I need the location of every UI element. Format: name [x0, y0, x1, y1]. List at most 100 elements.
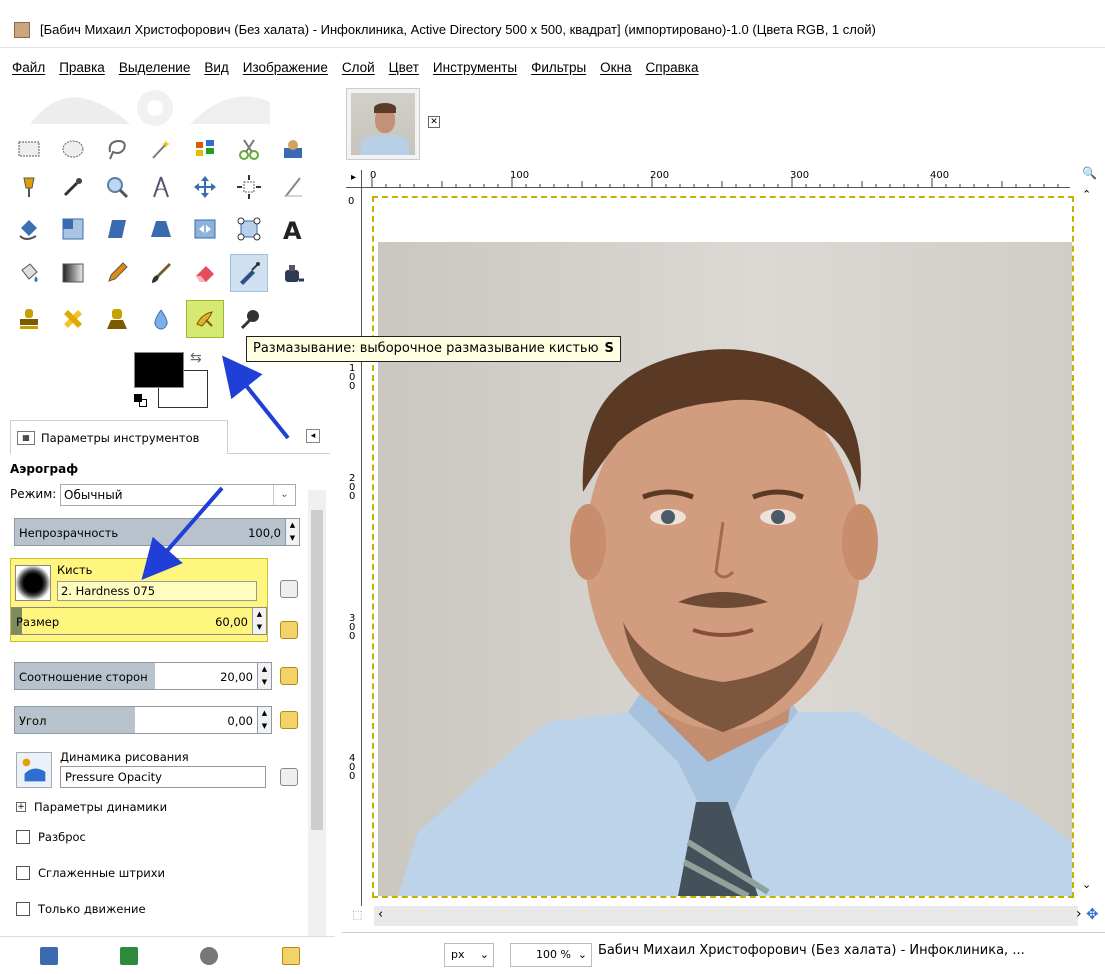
size-spin-icon[interactable]: ▲ ▼: [252, 608, 266, 634]
foreground-color-swatch[interactable]: [134, 352, 184, 388]
horizontal-ruler[interactable]: 0 100 200 300 400: [362, 170, 1070, 188]
eraser-tool[interactable]: [186, 254, 224, 292]
zoom-tool[interactable]: [98, 168, 136, 206]
tool-options-scroll-thumb[interactable]: [311, 510, 323, 830]
opacity-spin-icon[interactable]: ▲ ▼: [285, 519, 299, 545]
size-slider[interactable]: Размер 60,00 ▲ ▼: [11, 607, 267, 635]
motion-only-checkbox[interactable]: [16, 902, 30, 916]
rect-select-tool[interactable]: [10, 130, 48, 168]
mode-select[interactable]: Обычный ⌄: [60, 484, 296, 506]
color-picker-tool[interactable]: [54, 168, 92, 206]
unit-select[interactable]: px ⌄: [444, 943, 494, 967]
measure-tool[interactable]: [142, 168, 180, 206]
bucket-fill-tool[interactable]: [10, 254, 48, 292]
pencil-tool[interactable]: [98, 254, 136, 292]
dynamics-params-expander[interactable]: + Параметры динамики: [16, 800, 167, 814]
menu-filters[interactable]: Фильтры: [531, 60, 586, 75]
smooth-strokes-checkbox-row[interactable]: Сглаженные штрихи: [16, 866, 165, 880]
dynamics-preview-button[interactable]: [16, 752, 52, 788]
tab-menu-icon[interactable]: ◂: [306, 429, 320, 443]
menu-windows[interactable]: Окна: [600, 60, 631, 75]
ink-tool[interactable]: [274, 254, 312, 292]
select-by-color-tool[interactable]: [186, 130, 224, 168]
scroll-right-icon[interactable]: ›: [1076, 906, 1082, 922]
scale-tool[interactable]: [54, 210, 92, 248]
image-tab-thumbnail[interactable]: [346, 88, 420, 160]
scatter-checkbox-row[interactable]: Разброс: [16, 830, 86, 844]
transform-tool[interactable]: [274, 168, 312, 206]
perspective-clone-tool[interactable]: [98, 300, 136, 338]
delete-options-icon[interactable]: [200, 947, 218, 965]
vertical-ruler[interactable]: 0 1 0 0 2 0 0 3 0 0 4 0 0: [346, 188, 362, 906]
reset-aspect-icon[interactable]: [280, 667, 298, 685]
scroll-left-icon[interactable]: ‹: [378, 907, 383, 922]
menu-select[interactable]: Выделение: [119, 60, 191, 75]
reset-options-icon[interactable]: [282, 947, 300, 965]
lasso-tool[interactable]: [98, 130, 136, 168]
tab-tool-options[interactable]: ▦ Параметры инструментов: [10, 420, 228, 454]
smudge-tool[interactable]: [186, 300, 224, 338]
airbrush-tool[interactable]: [230, 254, 268, 292]
dodge-burn-tool[interactable]: [230, 300, 268, 338]
smooth-strokes-checkbox[interactable]: [16, 866, 30, 880]
aspect-ratio-spin-icon[interactable]: ▲ ▼: [257, 663, 271, 689]
blur-sharpen-tool[interactable]: [142, 300, 180, 338]
menu-view[interactable]: Вид: [204, 60, 228, 75]
ellipse-select-tool[interactable]: [54, 130, 92, 168]
quick-mask-icon[interactable]: ⬚: [352, 908, 362, 921]
paintbrush-tool[interactable]: [142, 254, 180, 292]
align-tool[interactable]: [230, 168, 268, 206]
window-title-bar[interactable]: [Бабич Михаил Христофорович (Без халата)…: [0, 12, 1105, 48]
menu-file[interactable]: Файл: [12, 60, 45, 75]
navigate-icon[interactable]: ✥: [1086, 905, 1099, 923]
thumbnail-image: [351, 93, 415, 155]
canvas-vertical-scrollbar[interactable]: ⌃ ⌄: [1080, 188, 1100, 898]
ruler-corner-icon[interactable]: ▸: [346, 170, 362, 188]
angle-spin-icon[interactable]: ▲ ▼: [257, 707, 271, 733]
perspective-tool[interactable]: [142, 210, 180, 248]
brush-preview-button[interactable]: [15, 565, 51, 601]
menu-color[interactable]: Цвет: [389, 60, 419, 75]
text-tool[interactable]: A: [274, 210, 312, 248]
aspect-ratio-slider[interactable]: Соотношение сторон 20,00 ▲ ▼: [14, 662, 272, 690]
heal-tool[interactable]: [54, 300, 92, 338]
angle-slider[interactable]: Угол 0,00 ▲ ▼: [14, 706, 272, 734]
save-options-icon[interactable]: [40, 947, 58, 965]
scatter-checkbox[interactable]: [16, 830, 30, 844]
clone-tool[interactable]: [10, 300, 48, 338]
zoom-lock-icon[interactable]: 🔍: [1082, 166, 1100, 184]
shear-tool[interactable]: [98, 210, 136, 248]
dynamics-field[interactable]: Pressure Opacity: [60, 766, 266, 788]
restore-options-icon[interactable]: [120, 947, 138, 965]
swap-colors-icon[interactable]: ⇆: [190, 350, 202, 366]
menu-layer[interactable]: Слой: [342, 60, 375, 75]
menu-help[interactable]: Справка: [646, 60, 699, 75]
foreground-select-tool[interactable]: [274, 130, 312, 168]
fuzzy-select-tool[interactable]: [142, 130, 180, 168]
tool-options-scrollbar[interactable]: [308, 490, 326, 936]
reset-size-icon[interactable]: [280, 621, 298, 639]
menu-tools[interactable]: Инструменты: [433, 60, 517, 75]
menu-image[interactable]: Изображение: [243, 60, 328, 75]
image-canvas[interactable]: [372, 196, 1074, 898]
scroll-up-icon[interactable]: ⌃: [1082, 188, 1091, 201]
default-fg-mini-swatch[interactable]: [134, 394, 142, 402]
motion-only-checkbox-row[interactable]: Только движение: [16, 902, 146, 916]
reset-angle-icon[interactable]: [280, 711, 298, 729]
rotate-tool[interactable]: [10, 210, 48, 248]
menu-edit[interactable]: Правка: [59, 60, 105, 75]
edit-brush-icon[interactable]: [280, 580, 298, 598]
brush-name-field[interactable]: 2. Hardness 075: [57, 581, 257, 601]
opacity-slider[interactable]: Непрозрачность 100,0 ▲ ▼: [14, 518, 300, 546]
gradient-tool[interactable]: [54, 254, 92, 292]
zoom-select[interactable]: 100 % ⌄: [510, 943, 592, 967]
cage-transform-tool[interactable]: [230, 210, 268, 248]
paths-tool[interactable]: [10, 168, 48, 206]
scissors-tool[interactable]: [230, 130, 268, 168]
canvas-horizontal-scrollbar[interactable]: ‹: [374, 906, 1078, 926]
edit-dynamics-icon[interactable]: [280, 768, 298, 786]
flip-tool[interactable]: [186, 210, 224, 248]
scroll-down-icon[interactable]: ⌄: [1082, 878, 1091, 891]
close-icon[interactable]: ✕: [428, 116, 440, 128]
move-tool[interactable]: [186, 168, 224, 206]
